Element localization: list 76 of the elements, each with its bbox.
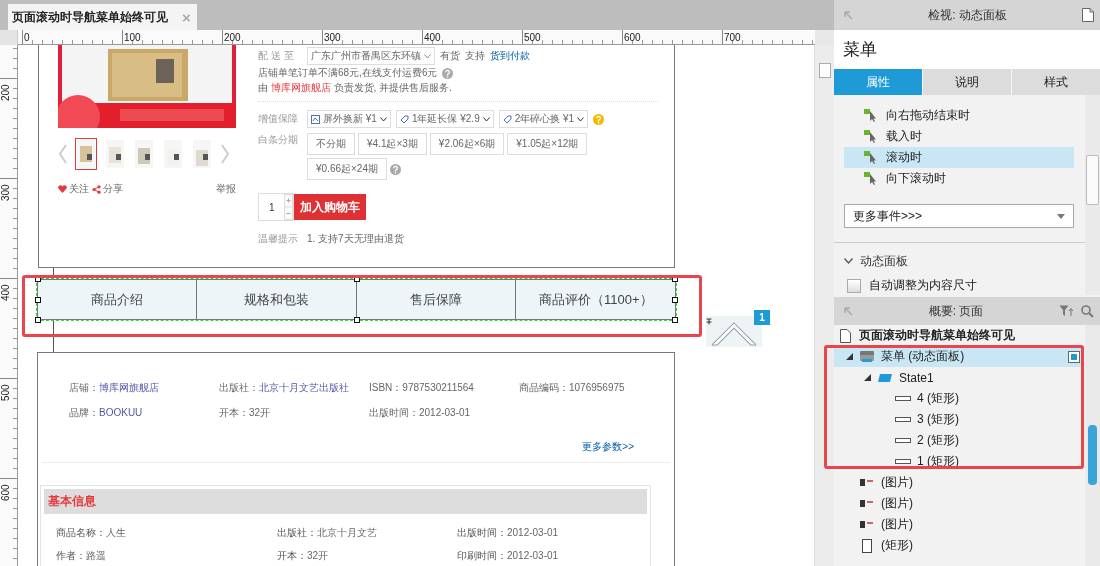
service-select[interactable]: 1年延长保 ¥2.9 — [395, 110, 494, 128]
add-to-cart-button[interactable]: 加入购物车 — [294, 194, 366, 220]
tree-item[interactable]: 菜单 (动态面板) — [834, 346, 1084, 367]
ruler-label: 400 — [0, 284, 11, 301]
count-badge: 1 — [754, 310, 770, 325]
service-select[interactable]: 2年碎心换 ¥1 — [498, 110, 589, 128]
installment-option[interactable]: ¥2.06起×6期 — [429, 133, 505, 155]
ruler-label: 100 — [123, 32, 141, 43]
event-item[interactable]: 向右拖动结束时 — [844, 105, 1074, 126]
tree-item[interactable]: (图片) — [834, 493, 1084, 514]
installment-option[interactable]: ¥0.66起×24期 — [307, 158, 387, 180]
ruler-label: 200 — [0, 84, 11, 101]
quantity-field[interactable]: 1 — [258, 193, 294, 221]
info-text: 作者：路遥 — [56, 549, 107, 563]
spec-text: ISBN：9787530211564 — [369, 381, 475, 395]
ruler-label: 700 — [723, 32, 741, 43]
ruler-label: 0 — [23, 32, 30, 43]
service-select[interactable]: 屏外换新 ¥1 — [307, 110, 391, 128]
info-text: 出版社：北京十月文艺 — [277, 526, 378, 540]
share-link[interactable]: 分享 — [92, 182, 123, 196]
tree-item[interactable]: (图片) — [834, 472, 1084, 493]
info-text: 出版时间：2012-03-01 — [457, 526, 560, 540]
spec-text: 店铺：博库网旗舰店 — [69, 381, 160, 395]
menu-tab[interactable]: 商品介绍 — [38, 280, 197, 319]
ruler-label: 600 — [623, 32, 641, 43]
field-label: 白条分期 — [258, 133, 299, 147]
info-text: 印刷时间：2012-03-01 — [457, 549, 560, 563]
installment-option[interactable]: ¥1.05起×12期 — [507, 133, 588, 155]
ruler-label: 200 — [223, 32, 241, 43]
info-text: 开本：32开 — [277, 549, 330, 563]
tip-text: 1. 支持7天无理由退货 — [307, 232, 404, 246]
seller-text: 由 博库网旗舰店 负责发货, 并提供售后服务. — [258, 81, 452, 95]
field-label: 温馨提示 — [258, 232, 299, 246]
tree-item[interactable]: 3 (矩形) — [834, 409, 1084, 430]
support-text: 支持 — [465, 49, 485, 63]
follow-link[interactable]: 关注 — [58, 182, 89, 196]
report-link[interactable]: 举报 — [216, 182, 236, 196]
spec-text: 品牌：BOOKUU — [69, 406, 144, 420]
tree-item[interactable]: State1 — [834, 367, 1084, 388]
info-text: 商品名称：人生 — [56, 526, 127, 540]
event-item[interactable]: 向下滚动时 — [844, 168, 1074, 189]
field-label: 配 送 至 — [258, 49, 295, 63]
ruler-label: 300 — [0, 184, 11, 201]
shipping-note: 店铺单笔订单不满68元,在线支付运费6元 — [258, 66, 438, 80]
cod-link[interactable]: 货到付款 — [490, 49, 530, 63]
ruler-label: 500 — [0, 384, 11, 401]
event-item[interactable]: 滚动时 — [844, 147, 1074, 168]
installment-option[interactable]: 不分期 — [307, 133, 355, 155]
checkbox-label[interactable]: 自动调整为内容尺寸 — [869, 277, 977, 294]
event-dropdown[interactable]: 更多事件>>> — [844, 204, 1074, 228]
tree-item[interactable]: 页面滚动时导航菜单始终可见 — [834, 325, 1084, 346]
ruler-label: 500 — [523, 32, 541, 43]
tree-item[interactable]: (图片) — [834, 514, 1084, 535]
section-header: 基本信息 — [44, 489, 647, 514]
tree-item[interactable]: (矩形) — [834, 535, 1084, 556]
ruler-label: 600 — [0, 484, 11, 501]
document-tab[interactable]: 页面滚动时导航菜单始终可见 × — [8, 4, 197, 30]
event-item[interactable]: 载入时 — [844, 126, 1074, 147]
region-select[interactable]: 广东广州市番禺区东环镇 — [307, 47, 435, 65]
panel-header: 概要: 页面 — [834, 297, 1100, 325]
widget-name-field[interactable]: 菜单 — [834, 30, 1100, 69]
panel-tab[interactable]: 说明 — [922, 69, 1011, 95]
spec-text: 出版时间：2012-03-01 — [369, 406, 472, 420]
ruler-label: 300 — [323, 32, 341, 43]
section-toggle[interactable]: 动态面板 — [834, 251, 1084, 271]
stock-text: 有货 — [440, 49, 460, 63]
spec-text: 开本：32开 — [219, 406, 272, 420]
ruler-label: 400 — [423, 32, 441, 43]
panel-header: 检视: 动态面板 — [834, 0, 1100, 30]
more-params-link[interactable]: 更多参数>> — [582, 440, 634, 454]
installment-option[interactable]: ¥4.1起×3期 — [358, 133, 427, 155]
spec-text: 商品编码：1076956975 — [519, 381, 626, 395]
spec-text: 出版社：北京十月文艺出版社 — [219, 381, 350, 395]
tree-item[interactable]: 2 (矩形) — [834, 430, 1084, 451]
tree-item[interactable]: 4 (矩形) — [834, 388, 1084, 409]
field-label: 增值保障 — [258, 112, 299, 126]
